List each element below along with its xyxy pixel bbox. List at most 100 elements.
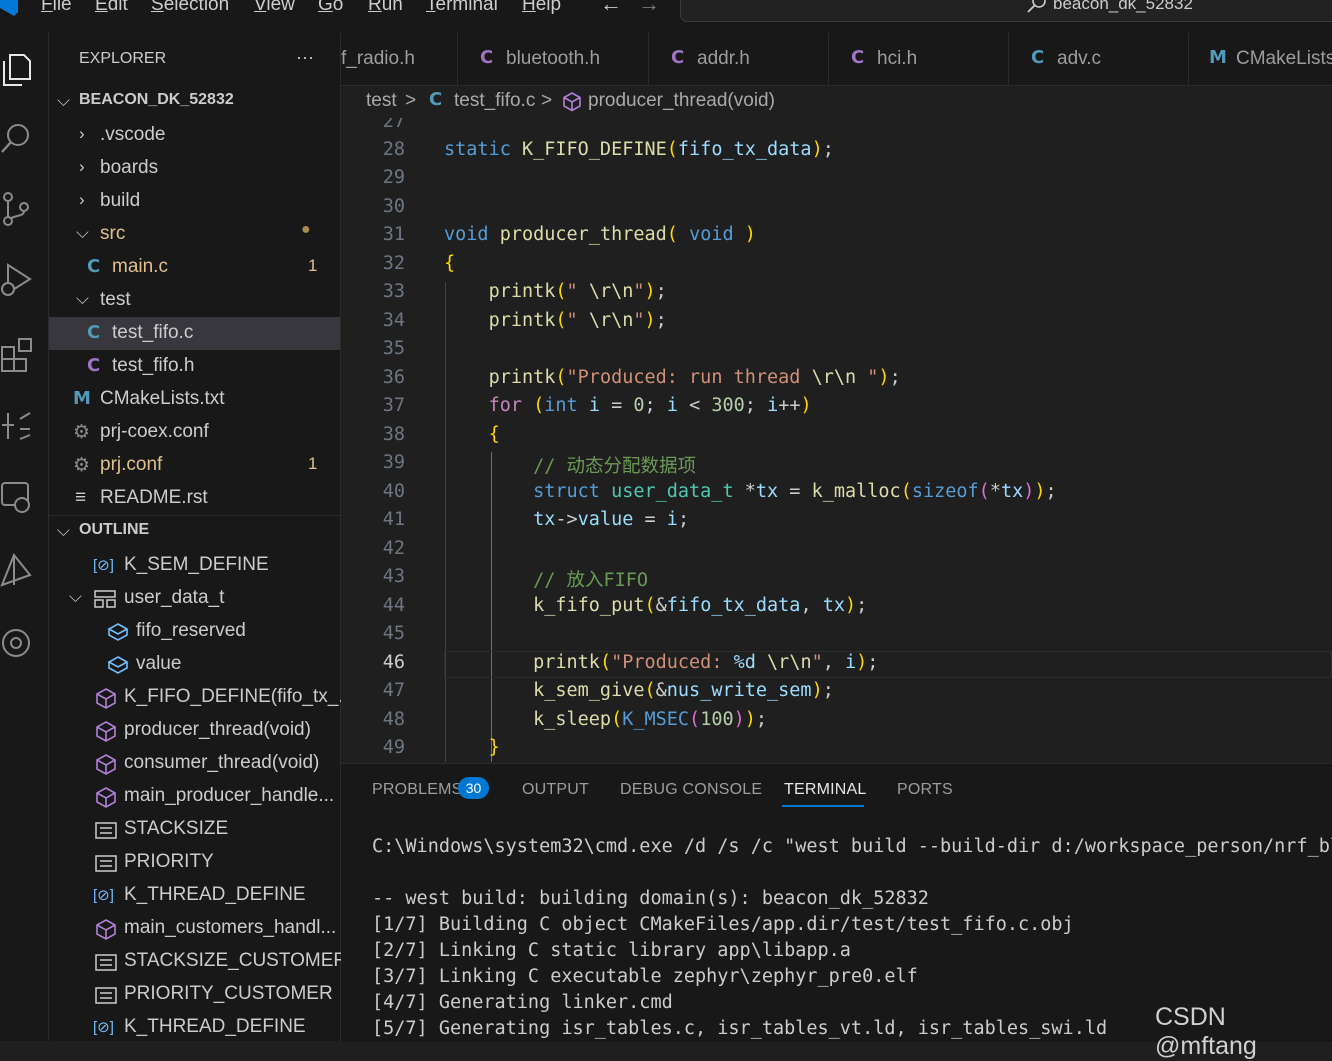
menu-terminal[interactable]: Terminal [426, 0, 498, 16]
code-line: 36 printk("Produced: run thread \r\n "); [382, 367, 901, 388]
nrf-connect-icon[interactable] [0, 551, 36, 591]
code-editor[interactable]: 27 28 static K_FIFO_DEFINE(fifo_tx_data);… [341, 118, 1332, 762]
tree-item-src[interactable]: ⌵ src ● [49, 218, 340, 251]
terminal-line: [2/7] Linking C static library app\libap… [372, 940, 851, 961]
outline-item[interactable]: main_producer_handle... [49, 780, 340, 813]
outline-item[interactable]: producer_thread(void) [49, 714, 340, 747]
forward-arrow-icon[interactable]: → [638, 0, 660, 17]
code-line: 32{ [382, 253, 456, 274]
breadcrumb-file[interactable]: test_fifo.c [454, 90, 535, 112]
tab-cmakelists[interactable]: M CMakeLists [1189, 33, 1332, 85]
tree-item-cmakelists[interactable]: M CMakeLists.txt [49, 383, 340, 416]
panel-tab-ports[interactable]: PORTS [897, 781, 953, 799]
menu-selection[interactable]: Selection [151, 0, 229, 16]
tab-hci-h[interactable]: C hci.h [829, 33, 1009, 85]
menu-edit[interactable]: Edit [95, 0, 128, 16]
tab-adv-c[interactable]: C adv.c [1009, 33, 1189, 85]
explorer-files-icon[interactable] [0, 49, 36, 89]
menu-go[interactable]: Go [318, 0, 343, 16]
outline-item-label: STACKSIZE [124, 818, 229, 839]
method-symbol-icon [96, 919, 116, 940]
menu-file[interactable]: File [41, 0, 72, 16]
c-file-icon: C [429, 89, 443, 110]
outline-item[interactable]: K_FIFO_DEFINE(fifo_tx_... [49, 681, 354, 714]
outline-item[interactable]: consumer_thread(void) [49, 747, 340, 780]
outline-item[interactable]: main_customers_handl... [49, 912, 340, 945]
tab-label: hci.h [877, 48, 918, 69]
h-file-icon: C [480, 47, 494, 68]
breadcrumb: test > C test_fifo.c > producer_thread(v… [341, 86, 1332, 118]
outline-header[interactable]: ⌵ OUTLINE [49, 516, 340, 549]
back-arrow-icon[interactable]: ← [600, 0, 622, 17]
menu-view[interactable]: View [254, 0, 295, 16]
search-icon[interactable] [0, 119, 36, 159]
tree-item-prj-conf[interactable]: ⚙ prj.conf 1 [49, 449, 340, 482]
tree-item-label: main.c [112, 256, 168, 277]
outline-item[interactable]: STACKSIZE_CUSTOMER [49, 945, 347, 978]
outline-item[interactable]: [⊘] K_THREAD_DEFINE [49, 879, 340, 912]
tree-item-test[interactable]: ⌵ test [49, 284, 340, 317]
workspace-header[interactable]: ⌵ BEACON_DK_52832 [49, 86, 340, 119]
terminal-line: [4/7] Generating linker.cmd [372, 992, 673, 1013]
search-icon [1027, 0, 1046, 13]
menu-help[interactable]: Help [522, 0, 561, 16]
tab-label: f_radio.h [341, 48, 415, 69]
panel-tab-problems[interactable]: PROBLEMS [372, 781, 463, 799]
outline-item[interactable]: STACKSIZE [49, 813, 340, 846]
code-line: 31 void producer_thread( void ) [382, 224, 756, 245]
terminal-line: -- west build: building domain(s): beaco… [372, 888, 929, 909]
panel-tab-debug-console[interactable]: DEBUG CONSOLE [620, 781, 762, 799]
breadcrumb-symbol[interactable]: producer_thread(void) [588, 90, 775, 112]
outline-item[interactable]: [⊘] K_THREAD_DEFINE [49, 1011, 340, 1044]
run-debug-icon[interactable] [0, 259, 36, 299]
tree-item-label: prj.conf [100, 454, 163, 475]
tab-label: adv.c [1057, 48, 1102, 69]
outline-item-label: fifo_reserved [136, 620, 246, 641]
more-actions-icon[interactable]: ··· [296, 47, 314, 68]
constant-symbol-icon [95, 855, 117, 872]
tree-item-boards[interactable]: › boards [49, 152, 340, 185]
tree-item-label: test_fifo.h [112, 355, 195, 376]
remote-explorer-icon[interactable] [0, 477, 36, 517]
testing-icon[interactable] [0, 405, 36, 445]
outline-item[interactable]: fifo_reserved [49, 615, 340, 648]
outline-item[interactable]: PRIORITY_CUSTOMER [49, 978, 340, 1011]
outline-item[interactable]: ⌵ user_data_t [49, 582, 340, 615]
outline-item[interactable]: value [49, 648, 340, 681]
tab-bluetooth-h[interactable]: C bluetooth.h [458, 33, 649, 85]
code-line: 38 { [382, 424, 500, 445]
h-file-icon: C [851, 47, 865, 68]
tree-item-test-fifo-h[interactable]: C test_fifo.h [49, 350, 340, 383]
breadcrumb-folder[interactable]: test [366, 90, 397, 112]
tab-f-radio-h[interactable]: f_radio.h [341, 33, 458, 85]
tree-item-vscode[interactable]: › .vscode [49, 119, 340, 152]
outline-item[interactable]: [⊘] K_SEM_DEFINE [49, 549, 340, 582]
panel-tab-output[interactable]: OUTPUT [522, 781, 589, 799]
problems-count-badge: 30 [458, 777, 489, 799]
command-center-search[interactable] [680, 0, 1332, 22]
h-file-icon: C [87, 355, 101, 376]
outline-item[interactable]: PRIORITY [49, 846, 340, 879]
tab-addr-h[interactable]: C addr.h [649, 33, 829, 85]
code-line: 47 k_sem_give(&nus_write_sem); [382, 680, 834, 701]
tree-item-prj-coex-conf[interactable]: ⚙ prj-coex.conf [49, 416, 340, 449]
field-symbol-icon [107, 656, 129, 674]
workspace-name: BEACON_DK_52832 [79, 91, 234, 108]
chevron-down-icon: ⌵ [76, 223, 89, 242]
activity-bar [0, 33, 49, 1041]
tree-item-build[interactable]: › build [49, 185, 340, 218]
tree-item-main-c[interactable]: C main.c 1 [49, 251, 340, 284]
copilot-icon[interactable] [0, 623, 36, 663]
tree-item-test-fifo-c[interactable]: C test_fifo.c [49, 317, 340, 350]
tab-label: bluetooth.h [506, 48, 601, 69]
panel-tab-terminal[interactable]: TERMINAL [784, 781, 867, 799]
chevron-right-icon: > [405, 90, 417, 111]
tree-item-readme[interactable]: ≡ README.rst [49, 482, 340, 515]
title-bar: File Edit Selection View Go Run Terminal… [0, 0, 1332, 33]
menu-run[interactable]: Run [368, 0, 403, 16]
chevron-down-icon: ⌵ [76, 289, 89, 308]
extensions-icon[interactable] [0, 333, 36, 373]
source-control-icon[interactable] [0, 189, 36, 229]
code-line: 27 [382, 118, 405, 132]
explorer-title: EXPLORER [79, 50, 167, 67]
